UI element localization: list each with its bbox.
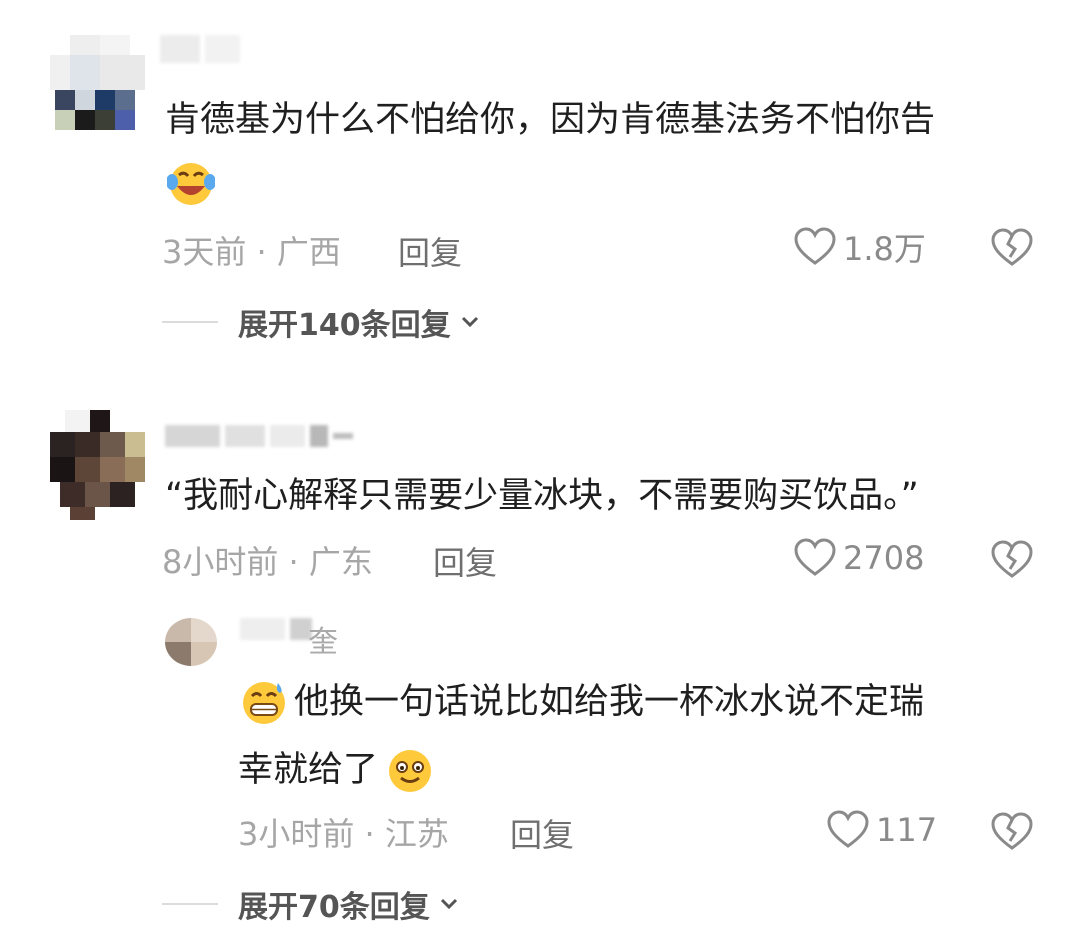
- grin-sweat-emoji: [243, 682, 285, 724]
- like-count: 1.8万: [843, 230, 926, 268]
- expand-replies-button[interactable]: 展开140条回复: [162, 300, 481, 344]
- username-blurred[interactable]: [165, 425, 354, 447]
- broken-heart-icon: [991, 540, 1033, 578]
- comment-meta: 8小时前 · 广东: [162, 543, 373, 581]
- dislike-button[interactable]: [990, 538, 1034, 586]
- avatar[interactable]: [50, 35, 145, 130]
- dislike-button[interactable]: [990, 810, 1034, 858]
- heart-icon: [794, 538, 836, 576]
- avatar[interactable]: [45, 410, 145, 520]
- divider: [162, 903, 218, 905]
- dislike-button[interactable]: [990, 226, 1034, 274]
- divider: [162, 321, 218, 323]
- reply-button[interactable]: 回复: [510, 810, 574, 856]
- like-count: 117: [876, 811, 938, 849]
- username-blurred[interactable]: [240, 618, 313, 640]
- broken-heart-icon: [991, 228, 1033, 266]
- reply-button[interactable]: 回复: [398, 228, 462, 274]
- smile-emoji: [389, 750, 432, 792]
- avatar[interactable]: [165, 618, 217, 666]
- heart-icon: [794, 227, 836, 265]
- comment-text: 肯德基为什么不怕给你，因为肯德基法务不怕你告: [165, 100, 936, 140]
- username-blurred[interactable]: [160, 35, 241, 63]
- heart-icon: [827, 810, 869, 848]
- chevron-down-icon: [440, 898, 457, 910]
- comment-text: “我耐心解释只需要少量冰块，不需要购买饮品。”: [165, 476, 919, 516]
- reply-button[interactable]: 回复: [433, 538, 497, 584]
- like-count: 2708: [843, 539, 925, 577]
- like-button[interactable]: 1.8万: [793, 224, 926, 270]
- reply-username[interactable]: 奎: [308, 617, 338, 661]
- laugh-cry-emoji: [166, 160, 216, 212]
- expand-replies-button[interactable]: 展开70条回复: [162, 882, 460, 926]
- reply-meta: 3小时前 · 江苏: [238, 815, 449, 853]
- like-button[interactable]: 2708: [793, 536, 924, 580]
- chevron-down-icon: [461, 316, 478, 328]
- reply-text: 他换一句话说比如给我一杯冰水说不定瑞: [240, 668, 924, 736]
- comment-meta: 3天前 · 广西: [162, 233, 341, 271]
- broken-heart-icon: [991, 812, 1033, 850]
- like-button[interactable]: 117: [826, 808, 937, 852]
- reply-text-line2: 幸就给了: [238, 736, 434, 804]
